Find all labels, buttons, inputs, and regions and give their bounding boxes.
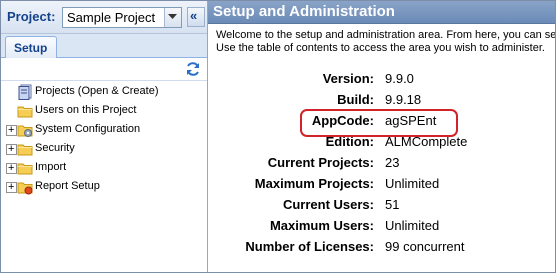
info-key: Current Users:	[282, 197, 374, 212]
report-folder-icon	[17, 182, 33, 195]
info-value: Unlimited	[385, 218, 440, 233]
info-value: 99 concurrent	[385, 239, 465, 254]
dropdown-button[interactable]	[164, 8, 181, 27]
project-label: Project:	[7, 9, 56, 24]
folder-icon	[17, 144, 33, 156]
panel-header: Setup and Administration	[208, 1, 555, 24]
content-panel: Setup and Administration Welcome to the …	[208, 1, 555, 272]
info-key: Maximum Users:	[269, 218, 374, 233]
tree-item-system-configuration[interactable]: + System Configuration	[1, 121, 207, 139]
expand-toggle[interactable]: +	[6, 124, 17, 136]
document-stack-icon	[18, 84, 32, 100]
info-row-number-of-licenses: Number of Licenses: 99 concurrent	[208, 237, 555, 257]
double-chevron-left-icon: «	[190, 8, 198, 23]
tree-item-projects[interactable]: Projects (Open & Create)	[1, 83, 207, 101]
tree-item-report-setup[interactable]: + Report Setup	[1, 178, 207, 196]
info-row-version: Version: 9.9.0	[208, 69, 555, 89]
info-value: Unlimited	[385, 176, 440, 191]
folder-icon	[17, 163, 33, 175]
tree-item-label: Import	[35, 161, 67, 173]
config-folder-icon	[17, 125, 33, 137]
tree-item-label: Report Setup	[35, 180, 100, 192]
info-row-maximum-projects: Maximum Projects: Unlimited	[208, 174, 555, 194]
info-row-maximum-users: Maximum Users: Unlimited	[208, 216, 555, 236]
expand-toggle[interactable]: +	[6, 143, 17, 155]
info-value: 51	[385, 197, 400, 212]
intro-line-2: Use the table of contents to access the …	[216, 42, 545, 54]
tree-item-import[interactable]: + Import	[1, 159, 207, 177]
tab-setup[interactable]: Setup	[5, 36, 57, 58]
expand-toggle[interactable]: +	[6, 181, 17, 193]
project-select-value: Sample Project	[67, 10, 156, 25]
intro-line-1: Welcome to the setup and administration …	[216, 29, 556, 41]
info-key: Build:	[337, 92, 374, 107]
tab-strip: Setup	[1, 34, 207, 58]
info-value: 9.9.0	[385, 71, 414, 86]
app-window: Project: Sample Project « Setup Projects…	[0, 0, 556, 273]
info-row-current-users: Current Users: 51	[208, 195, 555, 215]
info-key: Current Projects:	[267, 155, 374, 170]
folder-icon	[17, 106, 33, 118]
tree-item-label: Projects (Open & Create)	[35, 85, 159, 97]
info-key: Version:	[322, 71, 374, 86]
appcode-highlight-box	[300, 109, 458, 137]
expand-toggle[interactable]: +	[6, 162, 17, 174]
info-key: Maximum Projects:	[254, 176, 374, 191]
tab-setup-label: Setup	[14, 41, 48, 55]
project-bar: Project: Sample Project «	[1, 1, 207, 34]
panel-title: Setup and Administration	[213, 3, 395, 20]
info-key: Number of Licenses:	[245, 239, 374, 254]
info-row-build: Build: 9.9.18	[208, 90, 555, 110]
info-value: 9.9.18	[385, 92, 422, 107]
tree-item-label: System Configuration	[35, 123, 141, 135]
collapse-panel-button[interactable]: «	[187, 7, 205, 27]
info-value: 23	[385, 155, 400, 170]
project-select[interactable]: Sample Project	[62, 7, 182, 28]
refresh-icon[interactable]	[184, 60, 202, 78]
tree-item-label: Users on this Project	[35, 104, 137, 116]
chevron-down-icon	[168, 14, 177, 19]
tree-item-label: Security	[35, 142, 75, 154]
navigation-panel: Project: Sample Project « Setup Projects…	[1, 1, 208, 272]
intro-text: Welcome to the setup and administration …	[216, 29, 556, 55]
tree-item-security[interactable]: + Security	[1, 140, 207, 158]
tree-item-users-on-project[interactable]: Users on this Project	[1, 102, 207, 120]
info-row-current-projects: Current Projects: 23	[208, 153, 555, 173]
tree-toolbar	[1, 58, 207, 81]
